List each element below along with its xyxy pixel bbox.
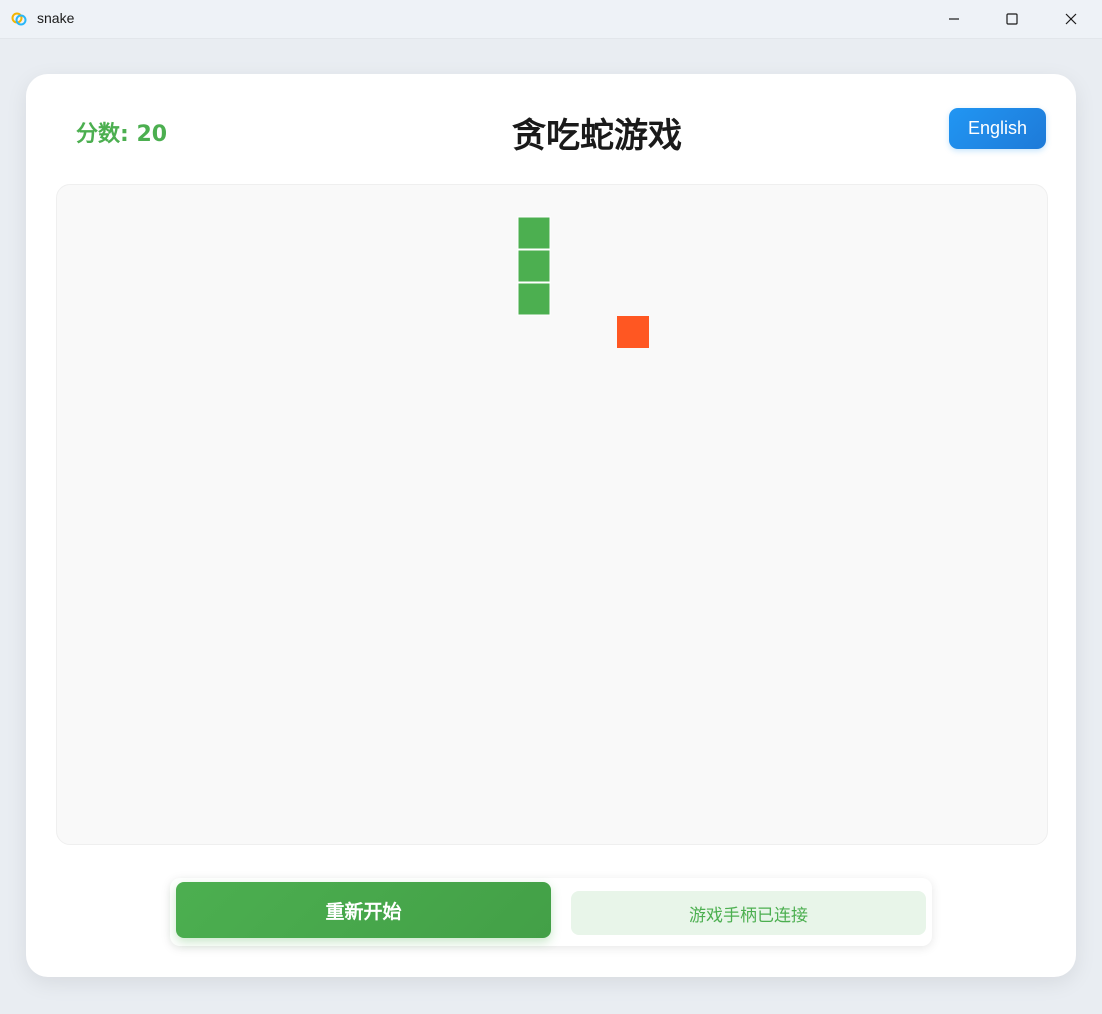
minimize-icon	[948, 10, 960, 29]
language-toggle-button[interactable]: English	[949, 108, 1046, 149]
score-display: 分数: 20	[76, 122, 168, 147]
controls-panel: 重新开始 游戏手柄已连接	[170, 878, 932, 946]
game-board[interactable]	[56, 184, 1048, 845]
close-icon	[1065, 10, 1077, 29]
game-board-canvas	[517, 216, 649, 348]
maximize-button[interactable]	[989, 0, 1035, 38]
window-titlebar: snake	[0, 0, 1102, 39]
snake-segment	[517, 282, 551, 316]
minimize-button[interactable]	[931, 0, 977, 38]
food	[617, 316, 649, 348]
close-button[interactable]	[1048, 0, 1094, 38]
snake	[517, 216, 551, 316]
snake-segment	[517, 249, 551, 283]
gamepad-status-badge: 游戏手柄已连接	[571, 891, 926, 935]
snake-segment	[517, 216, 551, 250]
restart-button[interactable]: 重新开始	[176, 882, 551, 938]
game-card: 分数: 20 贪吃蛇游戏 English 重新开始 游戏手柄已连接	[26, 74, 1076, 977]
page-title: 贪吃蛇游戏	[512, 116, 682, 156]
app-logo-icon	[11, 11, 27, 27]
window-title: snake	[37, 10, 75, 26]
maximize-icon	[1006, 10, 1018, 29]
